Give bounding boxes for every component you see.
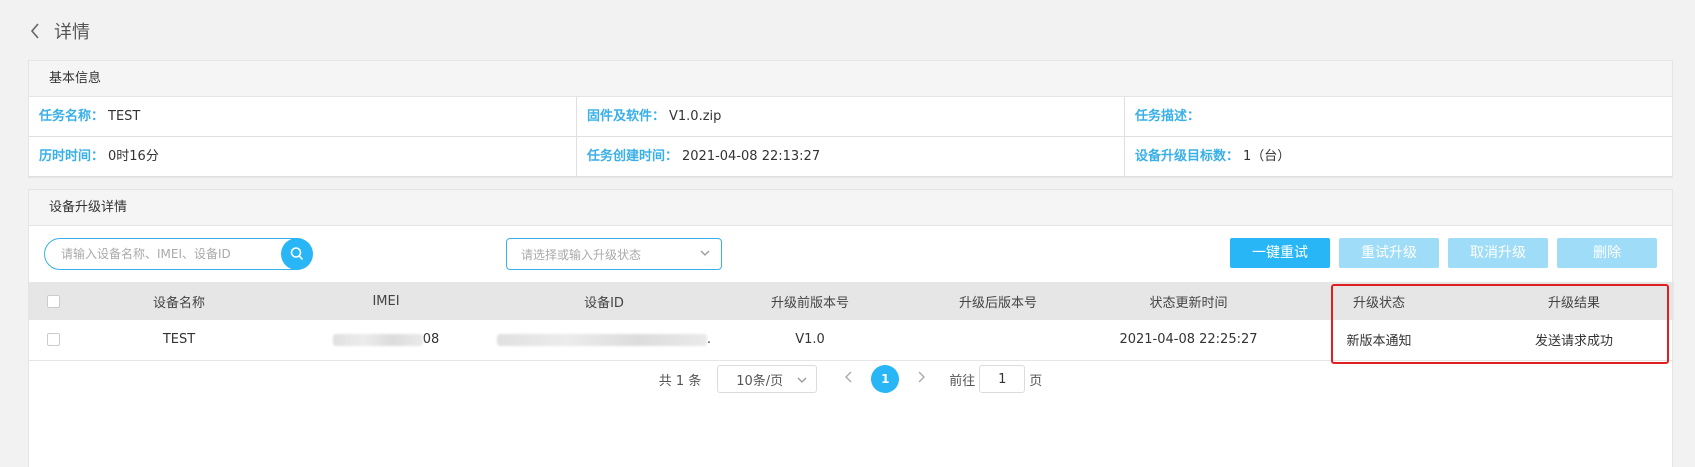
chevron-left-icon[interactable] [30, 21, 44, 41]
basic-info-grid: 任务名称： TEST 固件及软件： V1.0.zip 任务描述： 历时时间： 0时16… [29, 97, 1672, 177]
col-upgrade-status: 升级状态 [1352, 295, 1405, 311]
basic-info-title: 基本信息 [29, 61, 1672, 97]
col-before-version: 升级前版本号 [770, 295, 849, 311]
basic-info-panel: 基本信息 任务名称： TEST 固件及软件： V1.0.zip 任务描述： 历时时间… [28, 60, 1673, 178]
chevron-left-icon [845, 371, 852, 383]
cell-upgrade-status: 新版本通知 [1346, 334, 1412, 350]
redacted-imei [332, 333, 423, 346]
page-header: 详情 [30, 16, 90, 46]
cell-imei: 08 [281, 320, 491, 360]
goto-page: 前往 页 [949, 365, 1042, 393]
col-update-time: 状态更新时间 [1149, 295, 1228, 311]
cell-update-time: 2021-04-08 22:25:27 [1119, 332, 1258, 348]
cell-device-id: . [491, 320, 717, 360]
chevron-right-icon [918, 371, 926, 383]
delete-button[interactable]: 删除 [1557, 238, 1657, 268]
retry-upgrade-button[interactable]: 重试升级 [1339, 238, 1439, 268]
table-header-row: 设备名称 IMEI 设备ID 升级前版本号 升级后版本号 状态更新时间 升级状态… [29, 282, 1674, 320]
prev-page-button[interactable] [837, 371, 861, 387]
info-task-description: 任务描述： [1125, 97, 1672, 137]
retry-all-button[interactable]: 一键重试 [1230, 238, 1330, 268]
page-title: 详情 [54, 22, 90, 43]
page-size-value: 10条/页 [736, 373, 784, 389]
info-task-name: 任务名称： TEST [29, 97, 577, 137]
toolbar: 请选择或输入升级状态 一键重试 重试升级 取消升级 删除 [29, 226, 1672, 282]
goto-unit: 页 [1029, 373, 1043, 389]
device-table: 设备名称 IMEI 设备ID 升级前版本号 升级后版本号 状态更新时间 升级状态… [29, 282, 1674, 361]
col-device-name: 设备名称 [152, 295, 205, 311]
goto-label: 前往 [949, 373, 976, 389]
status-select-placeholder: 请选择或输入升级状态 [521, 247, 642, 262]
next-page-button[interactable] [909, 371, 933, 387]
cell-upgrade-result: 发送请求成功 [1534, 334, 1613, 350]
cell-device-name: TEST [162, 332, 196, 348]
select-all-checkbox[interactable] [46, 294, 60, 308]
pagination: 共 1 条 10条/页 1 前往 页 [29, 364, 1672, 394]
search-box [44, 238, 313, 270]
search-icon [290, 247, 304, 261]
chevron-down-icon [700, 250, 710, 256]
redacted-device-id [496, 333, 707, 346]
info-target-count: 设备升级目标数： 1（台） [1125, 137, 1672, 177]
search-input[interactable] [45, 239, 275, 269]
device-panel-title: 设备升级详情 [29, 190, 1672, 226]
col-imei: IMEI [372, 293, 400, 309]
cancel-upgrade-button[interactable]: 取消升级 [1448, 238, 1548, 268]
goto-page-input[interactable] [979, 365, 1026, 393]
info-created-time: 任务创建时间： 2021-04-08 22:13:27 [577, 137, 1125, 177]
search-button[interactable] [281, 238, 313, 270]
select-all-cell [29, 282, 77, 320]
chevron-down-icon [797, 377, 807, 383]
col-device-id: 设备ID [584, 295, 624, 311]
page-size-select[interactable]: 10条/页 [717, 365, 818, 393]
status-select[interactable]: 请选择或输入升级状态 [506, 238, 722, 270]
info-duration: 历时时间： 0时16分 [29, 137, 577, 177]
page-number-current[interactable]: 1 [871, 365, 900, 393]
info-firmware: 固件及软件： V1.0.zip [577, 97, 1125, 137]
table-row[interactable]: TEST 08 . V1.0 2021-04-08 22:25:27 新版本通知… [29, 320, 1674, 360]
col-upgrade-result: 升级结果 [1547, 295, 1600, 311]
row-checkbox[interactable] [46, 333, 60, 347]
pagination-total: 共 1 条 [658, 373, 702, 389]
col-after-version: 升级后版本号 [958, 295, 1037, 311]
device-upgrade-panel: 设备升级详情 请选择或输入升级状态 一键重试 重试升级 取消升级 删除 设备名称… [28, 189, 1674, 467]
cell-before-version: V1.0 [795, 332, 825, 348]
row-select-cell [29, 320, 77, 360]
cell-after-version [903, 320, 1093, 360]
